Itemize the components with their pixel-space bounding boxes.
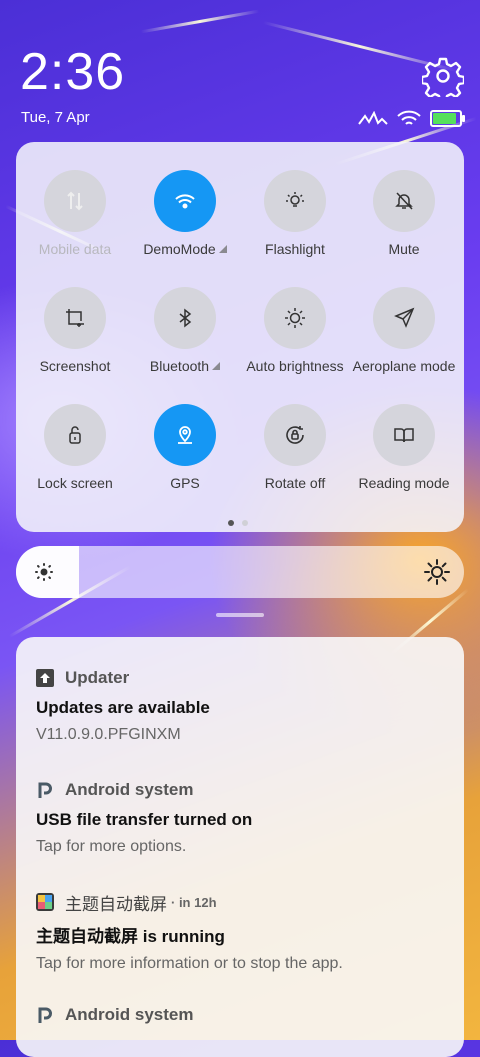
wifi-icon xyxy=(396,109,422,127)
tile-aeroplane-mode[interactable]: Aeroplane mode xyxy=(349,287,459,374)
tile-label: Lock screen xyxy=(37,475,113,491)
tile-demo-mode[interactable]: DemoMode xyxy=(130,170,240,257)
notification-theme-app[interactable]: 主题自动截屏 · in 12h 主题自动截屏 is running Tap fo… xyxy=(36,891,456,973)
clock[interactable]: 2:36 xyxy=(20,42,125,102)
theme-app-icon xyxy=(36,893,54,911)
page-dot-1[interactable] xyxy=(228,520,234,526)
tile-mute[interactable]: Mute xyxy=(349,170,459,257)
notification-updater[interactable]: Updater Updates are available V11.0.9.0.… xyxy=(36,667,456,744)
notification-app-name: 主题自动截屏 xyxy=(65,894,167,914)
quick-settings-panel: Mobile data DemoMode Flashlight Mute Scr… xyxy=(16,142,464,532)
settings-gear-icon[interactable] xyxy=(420,55,466,103)
tile-lock-screen[interactable]: Lock screen xyxy=(20,404,130,491)
notification-text: Tap for more options. xyxy=(36,838,187,855)
tile-label: Screenshot xyxy=(39,358,111,374)
expand-caret-icon xyxy=(212,362,221,370)
brightness-low-icon xyxy=(34,562,54,587)
tile-rotate-off[interactable]: Rotate off xyxy=(240,404,350,491)
brightness-high-icon xyxy=(424,559,450,590)
tile-label: Rotate off xyxy=(264,475,326,491)
wifi-icon xyxy=(154,170,216,232)
tile-label: DemoMode xyxy=(143,241,216,257)
flashlight-icon xyxy=(264,170,326,232)
notification-time: · in 12h xyxy=(171,894,217,910)
expand-caret-icon xyxy=(218,245,227,253)
android-system-icon xyxy=(36,1006,54,1024)
tile-label: Mobile data xyxy=(38,241,112,257)
notification-android-system[interactable]: Android system xyxy=(36,1004,456,1026)
rotate-lock-icon xyxy=(264,404,326,466)
tile-screenshot[interactable]: Screenshot xyxy=(20,287,130,374)
tile-label: Reading mode xyxy=(358,475,450,491)
lock-screen-icon xyxy=(44,404,106,466)
tile-bluetooth[interactable]: Bluetooth xyxy=(130,287,240,374)
tile-label: Flashlight xyxy=(265,241,325,257)
bluetooth-icon xyxy=(154,287,216,349)
page-dot-2[interactable] xyxy=(242,520,248,526)
status-icons xyxy=(358,108,465,128)
battery-icon xyxy=(430,109,465,127)
tile-label: Mute xyxy=(388,241,420,257)
notification-app-name: Updater xyxy=(65,668,130,687)
mobile-data-icon xyxy=(44,170,106,232)
tile-label: Aeroplane mode xyxy=(352,358,456,374)
mute-icon xyxy=(373,170,435,232)
notification-title: USB file transfer turned on xyxy=(36,810,253,829)
auto-brightness-icon xyxy=(264,287,326,349)
upload-arrow-icon xyxy=(36,669,54,687)
tile-reading-mode[interactable]: Reading mode xyxy=(349,404,459,491)
tile-gps[interactable]: GPS xyxy=(130,404,240,491)
tile-label: GPS xyxy=(170,475,200,491)
aeroplane-icon xyxy=(373,287,435,349)
tile-mobile-data[interactable]: Mobile data xyxy=(20,170,130,257)
tile-auto-brightness[interactable]: Auto brightness xyxy=(240,287,350,374)
notification-text: V11.0.9.0.PFGINXM xyxy=(36,726,181,743)
gps-icon xyxy=(154,404,216,466)
notification-app-name: Android system xyxy=(65,780,194,799)
drag-handle[interactable] xyxy=(216,613,264,617)
tile-flashlight[interactable]: Flashlight xyxy=(240,170,350,257)
page-indicator xyxy=(228,520,248,526)
notification-panel: Updater Updates are available V11.0.9.0.… xyxy=(16,637,464,1057)
notification-app-name: Android system xyxy=(65,1005,194,1024)
brightness-slider[interactable] xyxy=(16,546,464,598)
notification-title: 主题自动截屏 is running xyxy=(36,927,225,946)
network-speed-icon xyxy=(358,111,388,125)
date[interactable]: Tue, 7 Apr xyxy=(21,109,90,126)
reading-mode-icon xyxy=(373,404,435,466)
tile-label: Bluetooth xyxy=(149,358,210,374)
notification-title: Updates are available xyxy=(36,698,210,717)
tile-label: Auto brightness xyxy=(246,358,344,374)
android-system-icon xyxy=(36,781,54,799)
notification-text: Tap for more information or to stop the … xyxy=(36,955,343,972)
screenshot-icon xyxy=(44,287,106,349)
notification-usb[interactable]: Android system USB file transfer turned … xyxy=(36,779,456,856)
